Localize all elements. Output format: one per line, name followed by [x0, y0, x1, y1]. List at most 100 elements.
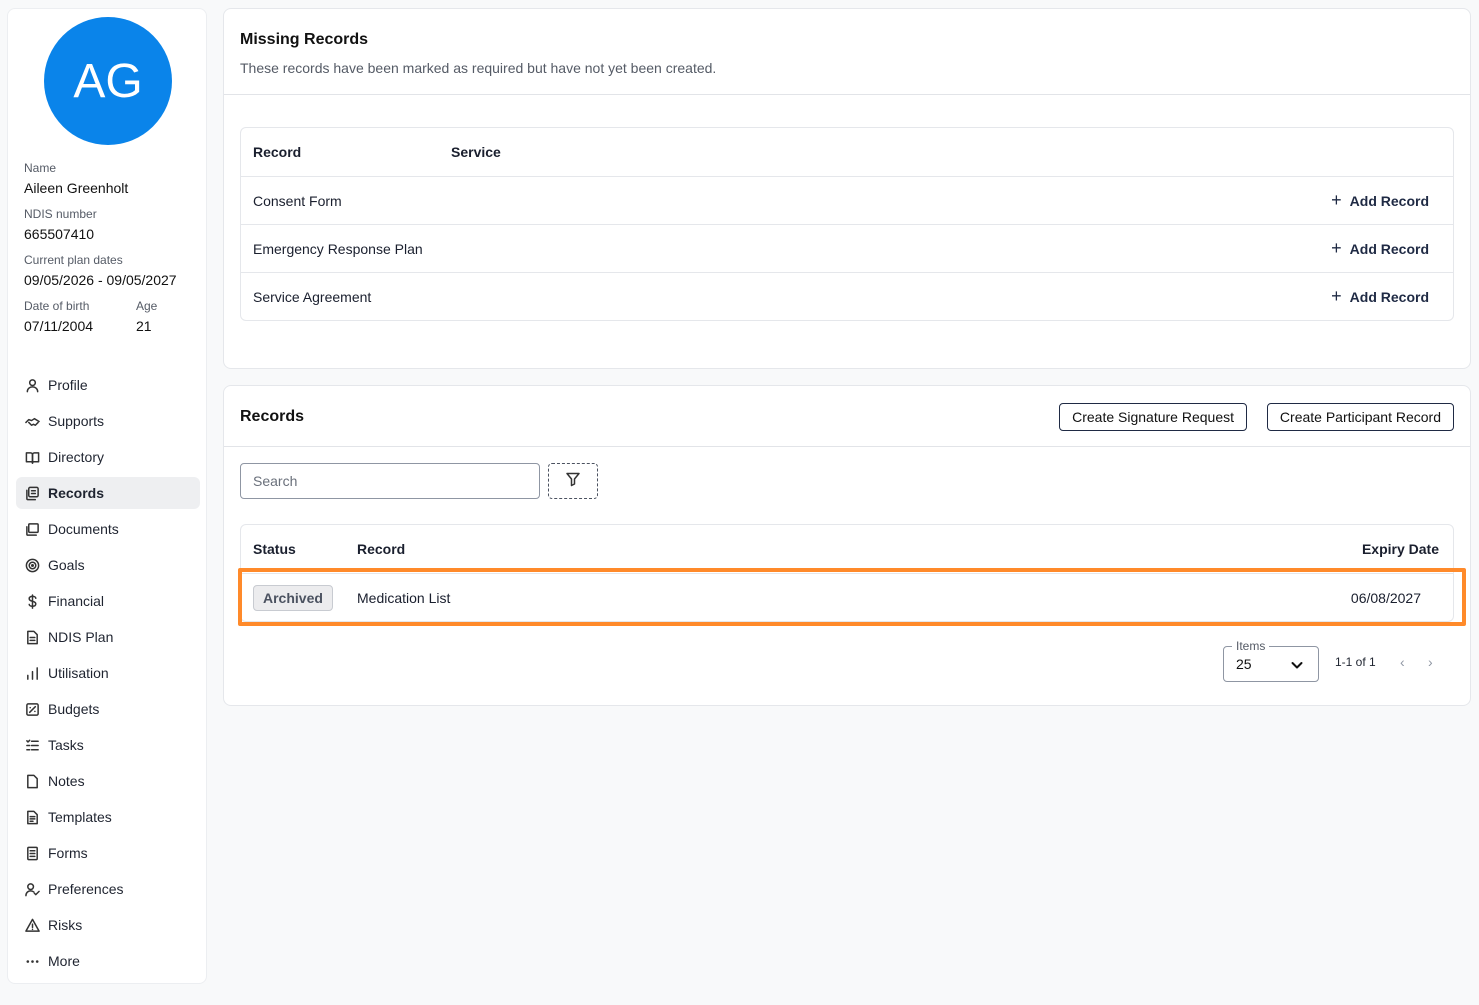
budget-icon: [24, 701, 40, 717]
filter-button[interactable]: [548, 463, 598, 499]
divider: [224, 94, 1470, 95]
pagination-text: 1-1 of 1: [1335, 655, 1376, 669]
name-label: Name: [24, 161, 57, 175]
table-row[interactable]: Archived Medication List 06/08/2027: [241, 573, 1453, 621]
sidebar-item-notes[interactable]: Notes: [16, 765, 200, 797]
ndis-label: NDIS number: [24, 207, 97, 221]
table-row: Service Agreement + Add Record: [241, 272, 1453, 320]
sidebar-item-directory[interactable]: Directory: [16, 441, 200, 473]
sidebar-item-financial[interactable]: Financial: [16, 585, 200, 617]
plus-icon: +: [1331, 286, 1342, 306]
sidebar-item-label: Directory: [48, 449, 105, 465]
plus-icon: +: [1331, 238, 1342, 258]
filter-icon: [565, 471, 581, 492]
add-record-button[interactable]: + Add Record: [1331, 225, 1429, 272]
sidebar-item-profile[interactable]: Profile: [16, 369, 200, 401]
sidebar-item-label: Preferences: [48, 881, 124, 897]
sidebar-item-label: Tasks: [48, 737, 84, 753]
records-table: Status Record Expiry Date Archived Medic…: [240, 524, 1454, 622]
file-icon: [24, 629, 40, 645]
sidebar-item-label: Supports: [48, 413, 105, 429]
sidebar-item-label: NDIS Plan: [48, 629, 114, 645]
table-row: Consent Form + Add Record: [241, 176, 1453, 224]
missing-records-title: Missing Records: [240, 31, 369, 48]
sidebar-item-forms[interactable]: Forms: [16, 837, 200, 869]
target-icon: [24, 557, 40, 573]
sidebar-item-utilisation[interactable]: Utilisation: [16, 657, 200, 689]
plan-dates: 09/05/2026 - 09/05/2027: [24, 272, 177, 288]
sidebar-item-label: Budgets: [48, 701, 100, 717]
sidebar-item-label: Utilisation: [48, 665, 109, 681]
column-header-record: Record: [357, 541, 406, 557]
records-card: Records Create Signature Request Create …: [223, 385, 1471, 706]
handshake-icon: [24, 413, 40, 429]
avatar-initials: AG: [73, 54, 143, 108]
dob-value: 07/11/2004: [24, 318, 94, 334]
sidebar-item-supports[interactable]: Supports: [16, 405, 200, 437]
record-name: Emergency Response Plan: [253, 240, 423, 257]
missing-records-table: Record Service Consent Form + Add Record …: [240, 127, 1454, 321]
sidebar-item-risks[interactable]: Risks: [16, 909, 200, 941]
profile-sidebar: AG Name Aileen Greenholt NDIS number 665…: [7, 8, 207, 984]
items-per-page-select[interactable]: Items 25: [1223, 639, 1319, 682]
sidebar-item-label: Records: [48, 485, 105, 501]
add-record-button[interactable]: + Add Record: [1331, 273, 1429, 320]
add-record-label: Add Record: [1349, 288, 1429, 305]
record-name: Consent Form: [253, 192, 342, 209]
missing-records-card: Missing Records These records have been …: [223, 8, 1471, 369]
divider: [224, 446, 1470, 447]
book-icon: [24, 449, 40, 465]
sidebar-item-label: Goals: [48, 557, 85, 573]
documents-icon: [24, 521, 40, 537]
dob-label: Date of birth: [24, 299, 90, 313]
records-icon: [24, 485, 40, 501]
record-name: Medication List: [357, 589, 451, 606]
missing-records-subtitle: These records have been marked as requir…: [240, 60, 717, 76]
dollar-icon: [24, 593, 40, 609]
column-header-expiry-date: Expiry Date: [1361, 541, 1439, 557]
chevron-left-icon[interactable]: ‹: [1400, 654, 1405, 670]
sidebar-item-records[interactable]: Records: [16, 477, 200, 509]
note-icon: [24, 773, 40, 789]
avatar: AG: [44, 17, 172, 145]
table-row: Emergency Response Plan + Add Record: [241, 224, 1453, 272]
sidebar-item-label: Financial: [48, 593, 105, 609]
form-icon: [24, 845, 40, 861]
tasks-icon: [24, 737, 40, 753]
column-header-status: Status: [253, 541, 296, 557]
expiry-date: 06/08/2027: [1350, 589, 1421, 606]
records-title: Records: [240, 408, 305, 425]
sidebar-item-budgets[interactable]: Budgets: [16, 693, 200, 725]
create-signature-request-button[interactable]: Create Signature Request: [1059, 403, 1247, 431]
sidebar-item-more[interactable]: More: [16, 945, 200, 977]
user-check-icon: [24, 881, 40, 897]
ellipsis-icon: [24, 953, 40, 969]
sidebar-item-templates[interactable]: Templates: [16, 801, 200, 833]
sidebar-item-ndis-plan[interactable]: NDIS Plan: [16, 621, 200, 653]
sidebar-item-label: Risks: [48, 917, 83, 933]
sidebar-item-tasks[interactable]: Tasks: [16, 729, 200, 761]
sidebar-item-label: Notes: [48, 773, 85, 789]
status-badge: Archived: [253, 584, 333, 611]
participant-name: Aileen Greenholt: [24, 180, 129, 196]
sidebar-item-label: Profile: [48, 377, 88, 393]
add-record-label: Add Record: [1349, 240, 1429, 257]
create-participant-record-button[interactable]: Create Participant Record: [1266, 403, 1454, 431]
chevron-right-icon[interactable]: ›: [1428, 654, 1433, 670]
sidebar-item-goals[interactable]: Goals: [16, 549, 200, 581]
sidebar-item-preferences[interactable]: Preferences: [16, 873, 200, 905]
ndis-number: 665507410: [24, 226, 95, 242]
warning-icon: [24, 917, 40, 933]
items-value: 25: [1236, 656, 1252, 672]
bar-chart-icon: [24, 665, 40, 681]
column-header-service: Service: [451, 144, 501, 160]
sidebar-item-documents[interactable]: Documents: [16, 513, 200, 545]
plus-icon: +: [1331, 190, 1342, 210]
template-icon: [24, 809, 40, 825]
record-name: Service Agreement: [253, 288, 372, 305]
age-label: Age: [136, 299, 158, 313]
add-record-button[interactable]: + Add Record: [1331, 177, 1429, 224]
age-value: 21: [136, 318, 152, 334]
search-input[interactable]: [240, 463, 540, 499]
column-header-record: Record: [253, 144, 302, 160]
